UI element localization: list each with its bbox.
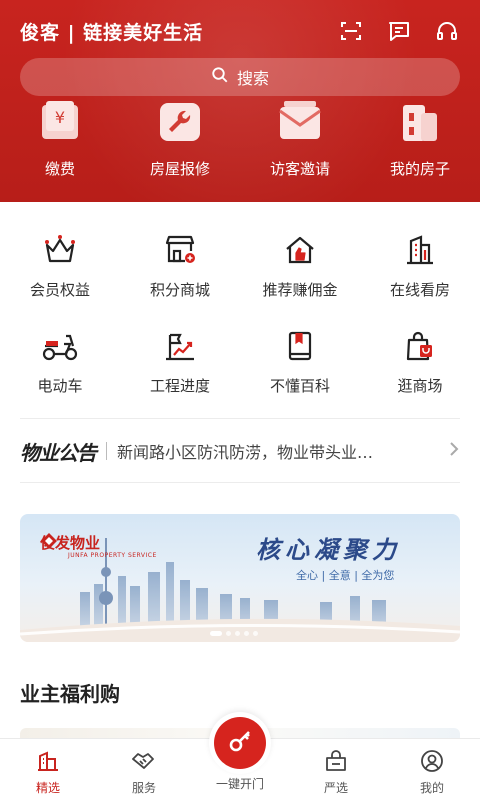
search-icon (211, 66, 229, 88)
header-actions (338, 18, 460, 44)
profile-icon (418, 747, 446, 775)
shopping-bag-icon (400, 326, 440, 366)
service-online-viewing[interactable]: 在线看房 (360, 220, 480, 316)
service-membership[interactable]: 会员权益 (0, 220, 120, 316)
quick-visitor[interactable]: 访客邀请 (240, 100, 360, 190)
search-placeholder: 搜索 (236, 69, 269, 88)
tower-icon (400, 230, 440, 270)
service-label: 逛商场 (397, 377, 443, 395)
service-label: 积分商城 (149, 281, 210, 299)
service-referral[interactable]: 推荐赚佣金 (240, 220, 360, 316)
divider (20, 482, 460, 483)
service-mall[interactable]: 逛商场 (360, 316, 480, 412)
service-points-mall[interactable]: 积分商城 (120, 220, 240, 316)
payment-icon: ¥ (36, 100, 84, 144)
tab-label: 我的 (419, 781, 444, 795)
service-construction-progress[interactable]: 工程进度 (120, 316, 240, 412)
scooter-icon (40, 326, 80, 366)
header: 俊客 | 链接美好生活 搜索 ¥ 缴费 房屋报修 访客邀请 我的房子 (0, 0, 480, 202)
search-bar[interactable]: 搜索 (20, 58, 460, 96)
store-icon (160, 230, 200, 270)
home-screen: 俊客 | 链接美好生活 搜索 ¥ 缴费 房屋报修 访客邀请 我的房子 会员权益 … (0, 0, 480, 800)
headset-icon[interactable] (434, 18, 460, 44)
quick-actions: ¥ 缴费 房屋报修 访客邀请 我的房子 (0, 100, 480, 190)
quick-label: 缴费 (44, 160, 75, 178)
notice-text: 新闻路小区防汛防涝，物业带头业… (117, 443, 374, 462)
chevron-right-icon[interactable] (448, 441, 460, 461)
tab-label: 服务 (131, 781, 156, 795)
scan-icon[interactable] (338, 18, 364, 44)
svg-text:¥: ¥ (55, 108, 65, 127)
divider (20, 418, 460, 419)
building-icon (396, 100, 444, 144)
services-row: 会员权益 积分商城 推荐赚佣金 在线看房 (0, 220, 480, 316)
carousel-indicator (210, 631, 258, 636)
quick-payment[interactable]: ¥ 缴费 (0, 100, 120, 190)
brand-mark-icon (41, 533, 57, 549)
notice-separator (106, 442, 107, 460)
brand-subtitle: JUNFA PROPERTY SERVICE (68, 552, 157, 559)
promo-banner[interactable]: 俊发物业 JUNFA PROPERTY SERVICE 核心凝聚力 全心 | 全… (20, 514, 460, 642)
services-row: 电动车 工程进度 不懂百科 逛商场 (0, 316, 480, 412)
title-row: 俊客 | 链接美好生活 (20, 16, 460, 46)
message-icon[interactable] (386, 18, 412, 44)
crown-icon (40, 230, 80, 270)
carousel-dot[interactable] (226, 631, 231, 636)
tab-services[interactable]: 服务 (96, 739, 192, 800)
quick-label: 访客邀请 (269, 160, 330, 178)
carousel-dot[interactable] (235, 631, 240, 636)
quick-repair[interactable]: 房屋报修 (120, 100, 240, 190)
carousel-dot[interactable] (253, 631, 258, 636)
services-grid: 会员权益 积分商城 推荐赚佣金 在线看房 电动车 工程进度 不懂百科 逛商场 (0, 220, 480, 412)
banner-slogan: 核心凝聚力 (256, 535, 401, 564)
open-door-circle (214, 717, 266, 769)
wrench-icon (156, 100, 204, 144)
service-encyclopedia[interactable]: 不懂百科 (240, 316, 360, 412)
service-label: 在线看房 (389, 281, 450, 299)
tab-profile[interactable]: 我的 (384, 739, 480, 800)
featured-icon (34, 747, 62, 775)
quick-my-house[interactable]: 我的房子 (360, 100, 480, 190)
service-label: 电动车 (37, 377, 83, 395)
handshake-icon (130, 747, 158, 775)
brand-logo: 俊发物业 (40, 532, 100, 553)
book-icon (280, 326, 320, 366)
tab-label: 精选 (35, 781, 60, 795)
tab-featured[interactable]: 精选 (0, 739, 96, 800)
service-label: 会员权益 (29, 281, 90, 299)
tab-select[interactable]: 严选 (288, 739, 384, 800)
section-title: 业主福利购 (20, 682, 120, 706)
open-door-button[interactable] (209, 712, 271, 774)
notice-tag: 物业公告 (20, 440, 97, 465)
quick-label: 房屋报修 (149, 160, 210, 178)
carousel-dot[interactable] (244, 631, 249, 636)
app-title: 俊客 | 链接美好生活 (20, 21, 204, 44)
invitation-icon (276, 100, 324, 144)
service-e-bike[interactable]: 电动车 (0, 316, 120, 412)
service-label: 推荐赚佣金 (262, 281, 338, 299)
carousel-dot[interactable] (210, 631, 222, 636)
open-door-label: 一键开门 (215, 777, 264, 791)
quick-label: 我的房子 (389, 160, 450, 178)
select-bag-icon (322, 747, 350, 775)
banner-subtitle: 全心 | 全意 | 全为您 (296, 569, 395, 582)
service-label: 不懂百科 (269, 377, 330, 395)
key-icon (226, 727, 254, 759)
property-notice[interactable]: 物业公告 新闻路小区防汛防涝，物业带头业… (20, 432, 460, 470)
progress-flag-icon (160, 326, 200, 366)
tab-label: 严选 (323, 781, 348, 795)
house-thumb-icon (280, 230, 320, 270)
service-label: 工程进度 (149, 377, 210, 395)
